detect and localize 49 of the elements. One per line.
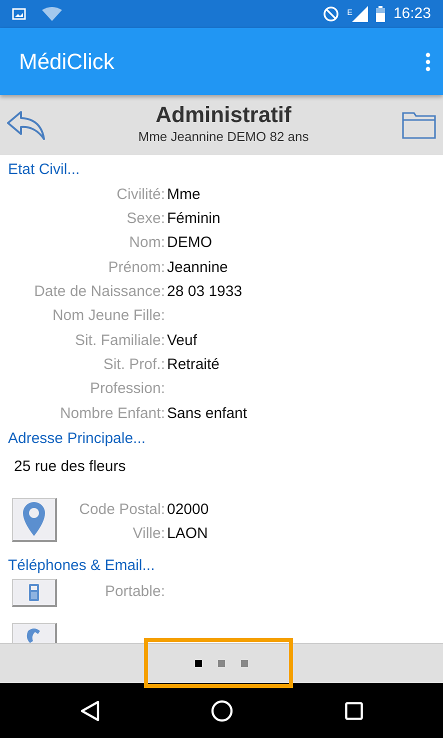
field-value: LAON [166,524,208,544]
field-label: Civilité: [116,184,165,205]
map-pin-button[interactable] [12,498,57,542]
field-value: DEMO [166,233,212,254]
field-label: Ville: [132,524,165,544]
field-value: Retraité [166,354,220,375]
field-value: Veuf [166,330,198,351]
mobile-phone-icon [29,584,39,601]
field-label: Date de Naissance: [33,282,165,302]
battery-icon [376,6,386,22]
field-value: Mme [166,184,200,205]
field-label: Sexe: [126,209,165,230]
menu-icon[interactable] [425,52,431,72]
clock-time: 16:23 [393,4,431,24]
field-value: Sans enfant [166,404,248,424]
section-heading[interactable]: Etat Civil... [0,157,443,183]
back-icon[interactable] [7,110,45,140]
field-label: Nombre Enfant: [58,404,165,424]
network-type-label: E [347,6,352,19]
field-label: Nom Jeune Fille: [51,306,165,326]
image-notification-icon [12,8,26,20]
field-label: Sit. Familiale: [74,330,165,351]
field-value: Féminin [166,209,220,230]
mobile-phone-button[interactable] [12,578,57,607]
app-title: MédiClick [19,48,114,76]
recents-nav-icon[interactable] [345,702,364,720]
page-title: Administratif [154,103,292,128]
back-nav-icon[interactable] [80,700,100,722]
field-label: Sit. Prof.: [102,354,165,375]
section-heading[interactable]: Adresse Principale... [0,426,443,452]
telephone-icon [25,627,43,643]
home-nav-icon[interactable] [211,700,234,722]
patient-subtitle: Mme Jeannine DEMO 82 ans [138,128,309,146]
field-value: Jeannine [166,258,228,278]
telephone-button[interactable] [12,622,57,643]
signal-icon [352,6,368,22]
field-label: Nom: [128,233,165,254]
section-heading[interactable]: Téléphones & Email... [0,552,443,579]
field-value: 02000 [166,500,209,520]
field-label: Prénom: [107,258,165,278]
wifi-icon [42,7,62,21]
address-text: 25 rue des fleurs [13,456,127,477]
field-value: 28 03 1933 [166,282,242,302]
folder-icon[interactable] [402,111,436,139]
field-label: Portable: [104,582,165,602]
do-not-disturb-icon [323,6,340,22]
field-label: Profession: [88,379,165,400]
map-pin-icon [23,502,45,536]
field-label: Code Postal: [78,500,165,520]
